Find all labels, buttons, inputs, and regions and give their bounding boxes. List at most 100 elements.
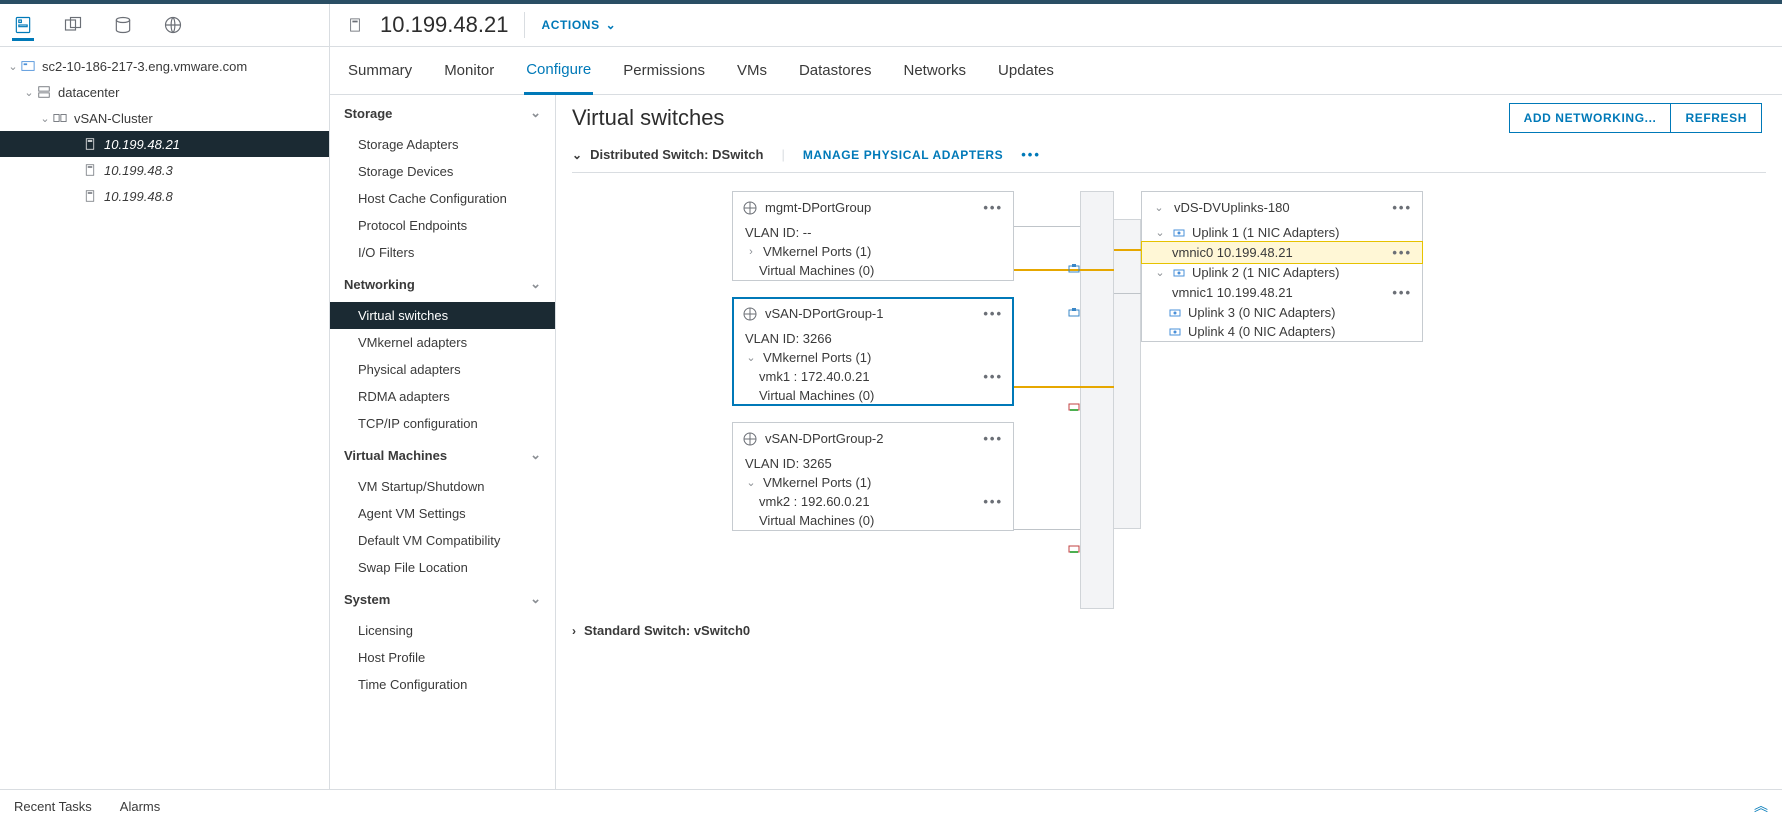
- cfg-item[interactable]: Storage Adapters: [330, 131, 555, 158]
- tab-vms[interactable]: VMs: [735, 48, 769, 93]
- vmnic-row[interactable]: vmnic1 10.199.48.21 •••: [1142, 282, 1422, 303]
- vmnic-more-icon[interactable]: •••: [1392, 285, 1412, 300]
- vmnic-row-highlighted[interactable]: vmnic0 10.199.48.21•••: [1142, 242, 1422, 263]
- tab-monitor[interactable]: Monitor: [442, 48, 496, 93]
- stdswitch-name: vSwitch0: [694, 623, 750, 638]
- manage-physical-adapters-link[interactable]: MANAGE PHYSICAL ADAPTERS: [803, 148, 1003, 162]
- actions-menu[interactable]: ACTIONS ⌄: [541, 18, 616, 32]
- chevron-right-icon: ›: [745, 246, 757, 258]
- chevron-down-icon[interactable]: ⌄: [22, 86, 36, 99]
- dswitch-prefix: Distributed Switch:: [590, 147, 708, 162]
- add-networking-button[interactable]: ADD NETWORKING...: [1509, 103, 1672, 133]
- chevron-down-icon[interactable]: ⌄: [1152, 201, 1166, 214]
- portgroup-card-vsan1[interactable]: vSAN-DPortGroup-1 ••• VLAN ID: 3266 ⌄VMk…: [732, 297, 1014, 406]
- stdswitch-prefix: Standard Switch:: [584, 623, 690, 638]
- tree-host-label: 10.199.48.21: [104, 137, 180, 152]
- cfg-section-system[interactable]: System⌄: [330, 581, 555, 617]
- tree-host-0[interactable]: 10.199.48.21: [0, 131, 329, 157]
- card-more-icon[interactable]: •••: [983, 431, 1003, 446]
- wire: [1014, 529, 1080, 530]
- vmk-row[interactable]: vmk1 : 172.40.0.21 •••: [733, 367, 1013, 386]
- port-icon: [1068, 307, 1080, 319]
- uplink-row[interactable]: ⌄ Uplink 2 (1 NIC Adapters): [1142, 263, 1422, 282]
- tab-summary[interactable]: Summary: [346, 48, 414, 93]
- card-more-icon[interactable]: •••: [983, 306, 1003, 321]
- chevron-down-icon[interactable]: ⌄: [1154, 226, 1166, 239]
- refresh-button[interactable]: REFRESH: [1671, 103, 1762, 133]
- cfg-item[interactable]: I/O Filters: [330, 239, 555, 266]
- portgroup-card-mgmt[interactable]: mgmt-DPortGroup ••• VLAN ID: -- ›VMkerne…: [732, 191, 1014, 281]
- tree-dc-label: datacenter: [58, 85, 119, 100]
- dswitch-name: DSwitch: [712, 147, 763, 162]
- tree-cluster[interactable]: ⌄ vSAN-Cluster: [0, 105, 329, 131]
- cfg-item[interactable]: Swap File Location: [330, 554, 555, 581]
- storage-icon[interactable]: [112, 14, 134, 36]
- chevron-down-icon: ⌄: [530, 276, 541, 292]
- vmkernel-toggle[interactable]: ⌄VMkernel Ports (1): [733, 348, 1013, 367]
- expand-panel-icon[interactable]: ︽: [1754, 796, 1768, 816]
- uplink-label: Uplink 1 (1 NIC Adapters): [1192, 225, 1339, 240]
- cfg-section-storage[interactable]: Storage⌄: [330, 95, 555, 131]
- tab-updates[interactable]: Updates: [996, 48, 1056, 93]
- cfg-item[interactable]: RDMA adapters: [330, 383, 555, 410]
- chevron-down-icon[interactable]: ⌄: [38, 112, 52, 125]
- hosts-clusters-icon[interactable]: [12, 19, 34, 41]
- cfg-item[interactable]: Default VM Compatibility: [330, 527, 555, 554]
- cfg-section-networking[interactable]: Networking⌄: [330, 266, 555, 302]
- cfg-item[interactable]: Protocol Endpoints: [330, 212, 555, 239]
- tree-host-1[interactable]: 10.199.48.3: [0, 157, 329, 183]
- vmnic-label: vmnic1 10.199.48.21: [1172, 285, 1293, 300]
- cfg-item[interactable]: TCP/IP configuration: [330, 410, 555, 437]
- tab-permissions[interactable]: Permissions: [621, 48, 707, 93]
- uplink-row[interactable]: Uplink 4 (0 NIC Adapters): [1142, 322, 1422, 341]
- tab-configure[interactable]: Configure: [524, 47, 593, 95]
- vmkernel-toggle[interactable]: › VMkernel Ports (1): [733, 242, 1013, 261]
- host-icon: [82, 162, 98, 178]
- tree-datacenter[interactable]: ⌄ datacenter: [0, 79, 329, 105]
- dswitch-toggle[interactable]: ⌄ Distributed Switch: DSwitch: [572, 147, 763, 162]
- tab-datastores[interactable]: Datastores: [797, 48, 874, 93]
- vmk-more-icon[interactable]: •••: [983, 494, 1003, 509]
- chevron-down-icon[interactable]: ⌄: [1154, 266, 1166, 279]
- cfg-item[interactable]: VMkernel adapters: [330, 329, 555, 356]
- wire: [1014, 386, 1114, 388]
- tree-vcenter[interactable]: ⌄ sc2-10-186-217-3.eng.vmware.com: [0, 53, 329, 79]
- actions-label: ACTIONS: [541, 18, 599, 32]
- portgroup-card-vsan2[interactable]: vSAN-DPortGroup-2 ••• VLAN ID: 3265 ⌄VMk…: [732, 422, 1014, 531]
- cfg-item[interactable]: Agent VM Settings: [330, 500, 555, 527]
- host-icon: [82, 136, 98, 152]
- vmk-label: vmk1 : 172.40.0.21: [759, 369, 870, 384]
- vmnic-more-icon[interactable]: •••: [1392, 245, 1412, 260]
- datacenter-icon: [36, 84, 52, 100]
- recent-tasks-tab[interactable]: Recent Tasks: [14, 799, 92, 814]
- cfg-section-vms[interactable]: Virtual Machines⌄: [330, 437, 555, 473]
- card-more-icon[interactable]: •••: [983, 200, 1003, 215]
- cfg-item[interactable]: Host Cache Configuration: [330, 185, 555, 212]
- vmk-more-icon[interactable]: •••: [983, 369, 1003, 384]
- networking-icon[interactable]: [162, 14, 184, 36]
- alarms-tab[interactable]: Alarms: [120, 799, 160, 814]
- vmkernel-toggle[interactable]: ⌄VMkernel Ports (1): [733, 473, 1013, 492]
- cfg-item-virtual-switches[interactable]: Virtual switches: [330, 302, 555, 329]
- uplink-row[interactable]: Uplink 3 (0 NIC Adapters): [1142, 303, 1422, 322]
- card-more-icon[interactable]: •••: [1392, 200, 1412, 215]
- cfg-item[interactable]: Host Profile: [330, 644, 555, 671]
- cfg-item[interactable]: Storage Devices: [330, 158, 555, 185]
- vkp-label: VMkernel Ports (1): [763, 475, 871, 490]
- chevron-down-icon: ⌄: [606, 18, 617, 32]
- vmk-row[interactable]: vmk2 : 192.60.0.21•••: [733, 492, 1013, 511]
- vms-templates-icon[interactable]: [62, 14, 84, 36]
- tab-networks[interactable]: Networks: [902, 48, 969, 93]
- chevron-down-icon[interactable]: ⌄: [6, 60, 20, 73]
- cfg-item[interactable]: VM Startup/Shutdown: [330, 473, 555, 500]
- uplink-label: Uplink 2 (1 NIC Adapters): [1192, 265, 1339, 280]
- cfg-item[interactable]: Licensing: [330, 617, 555, 644]
- dswitch-more-icon[interactable]: •••: [1021, 147, 1041, 162]
- stdswitch-toggle[interactable]: › Standard Switch: vSwitch0: [572, 611, 1766, 642]
- uplink-row[interactable]: ⌄ Uplink 1 (1 NIC Adapters): [1142, 223, 1422, 242]
- vkp-label: VMkernel Ports (1): [763, 244, 871, 259]
- cfg-item[interactable]: Time Configuration: [330, 671, 555, 698]
- tree-host-2[interactable]: 10.199.48.8: [0, 183, 329, 209]
- uplinks-card[interactable]: ⌄vDS-DVUplinks-180 ••• ⌄Uplink 1 (1 NIC …: [1141, 191, 1423, 342]
- cfg-item[interactable]: Physical adapters: [330, 356, 555, 383]
